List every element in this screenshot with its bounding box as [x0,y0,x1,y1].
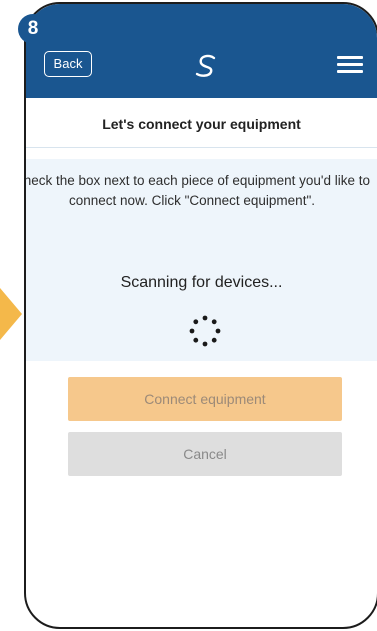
cancel-button[interactable]: Cancel [68,432,342,476]
top-navigation-bar: Back [26,4,377,98]
pointer-arrow-icon [0,288,22,340]
scanning-status: Scanning for devices... [120,274,283,291]
s-swirl-logo-icon [195,54,216,77]
phone-screen: Back Let's connect your equipment Check … [24,2,377,629]
connect-equipment-button[interactable]: Connect equipment [68,377,342,421]
scan-panel: Check the box next to each piece of equi… [26,159,377,361]
loading-spinner-icon [189,315,221,347]
instructions-text: Check the box next to each piece of equi… [24,173,371,208]
hamburger-menu-icon[interactable] [337,56,363,74]
back-button[interactable]: Back [44,51,92,77]
step-number-badge: 8 [18,14,48,44]
title-divider [26,147,377,148]
tutorial-frame: Back Let's connect your equipment Check … [0,0,377,631]
page-title: Let's connect your equipment [102,116,301,132]
